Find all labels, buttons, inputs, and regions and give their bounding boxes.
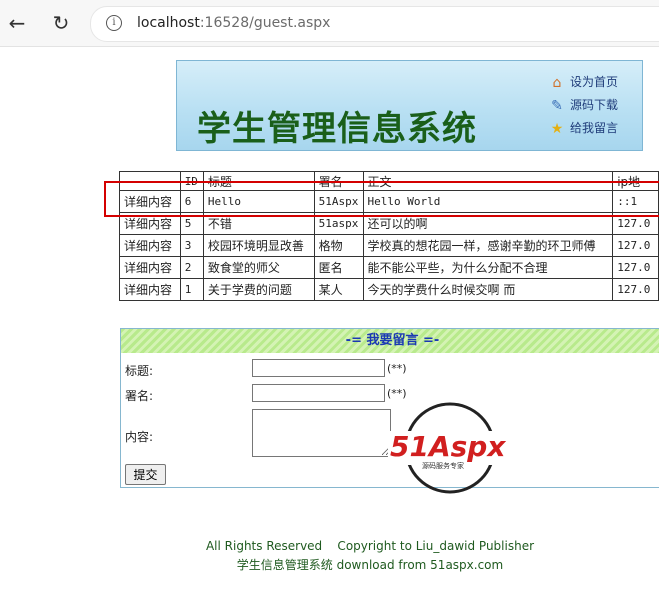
author-required-mark: (**) <box>387 387 407 400</box>
page: ← ↻ i localhost:16528/guest.aspx 学生管理信息系… <box>0 0 659 607</box>
table-row: 详细内容 3 校园环境明显改善 格物 学校真的想花园一样，感谢辛勤的环卫师傅 1… <box>119 234 659 257</box>
row-id: 3 <box>179 234 204 257</box>
header-id: ID <box>179 171 204 191</box>
title-input[interactable] <box>252 359 385 377</box>
row-author: 格物 <box>313 234 364 257</box>
reload-icon[interactable]: ↻ <box>46 8 76 38</box>
row-author: 匿名 <box>313 256 364 279</box>
row-body: 还可以的啊 <box>362 212 614 235</box>
site-info-icon[interactable]: i <box>106 15 122 31</box>
source-download-label: 源码下载 <box>570 98 619 112</box>
row-title: Hello <box>202 190 315 213</box>
header-body: 正文 <box>362 171 614 191</box>
back-arrow-icon[interactable]: ← <box>2 8 32 38</box>
title-required-mark: (**) <box>387 362 407 375</box>
row-author: 51Aspx <box>313 190 364 213</box>
address-bar[interactable]: i localhost:16528/guest.aspx <box>90 6 659 42</box>
header-ip: ip地 <box>612 171 659 191</box>
row-body: 今天的学费什么时候交啊 而 <box>362 278 614 301</box>
detail-link[interactable]: 详细内容 <box>119 278 181 301</box>
url-path: :16528/guest.aspx <box>199 15 331 31</box>
row-body: 学校真的想花园一样，感谢辛勤的环卫师傅 <box>362 234 614 257</box>
row-id: 1 <box>179 278 204 301</box>
table-row: 详细内容 2 致食堂的师父 匿名 能不能公平些，为什么分配不合理 127.0 <box>119 256 659 279</box>
detail-link[interactable]: 详细内容 <box>119 212 181 235</box>
detail-link[interactable]: 详细内容 <box>119 190 181 213</box>
author-label: 署名: <box>125 389 154 403</box>
logo-brand: 51Aspx <box>390 430 506 463</box>
title-label: 标题: <box>125 364 154 378</box>
url-text[interactable]: localhost:16528/guest.aspx <box>137 15 330 31</box>
detail-link[interactable]: 详细内容 <box>119 234 181 257</box>
header-action <box>119 171 181 191</box>
table-row: 详细内容 1 关于学费的问题 某人 今天的学费什么时候交啊 而 127.0 <box>119 278 659 301</box>
row-ip: 127.0 <box>612 234 659 257</box>
header-title: 标题 <box>202 171 315 191</box>
content-label: 内容: <box>125 430 154 444</box>
url-host: localhost <box>137 15 200 31</box>
download-icon: ✎ <box>551 97 563 114</box>
table-header-row: ID 标题 署名 正文 ip地 <box>119 171 659 191</box>
row-author: 某人 <box>313 278 364 301</box>
row-title: 校园环境明显改善 <box>202 234 315 257</box>
guestbook-table: ID 标题 署名 正文 ip地 详细内容 6 Hello 51Aspx Hell… <box>119 171 659 301</box>
row-ip: 127.0 <box>612 278 659 301</box>
row-title: 关于学费的问题 <box>202 278 315 301</box>
form-heading: -= 我要留言 =- <box>121 329 659 353</box>
star-icon: ★ <box>550 120 564 137</box>
logo-tagline: 源码服务专家 <box>422 461 464 470</box>
leave-message-link[interactable]: ★ 给我留言 <box>548 119 618 142</box>
site-title: 学生管理信息系统 <box>197 109 477 149</box>
row-author: 51aspx <box>313 212 364 235</box>
row-id: 6 <box>179 190 204 213</box>
detail-link[interactable]: 详细内容 <box>119 256 181 279</box>
footer-copyright: All Rights Reserved Copyright to Liu_daw… <box>205 539 535 553</box>
author-input[interactable] <box>252 384 385 402</box>
browser-toolbar: ← ↻ i localhost:16528/guest.aspx <box>0 0 659 47</box>
51aspx-logo: 51Aspx 源码服务专家 <box>388 402 518 494</box>
table-row: 详细内容 6 Hello 51Aspx Hello World ::1 <box>119 190 659 213</box>
banner-links: ⌂ 设为首页 ✎ 源码下载 ★ 给我留言 <box>548 73 618 142</box>
row-title: 致食堂的师父 <box>202 256 315 279</box>
header-author: 署名 <box>313 171 364 191</box>
row-title: 不错 <box>202 212 315 235</box>
row-id: 2 <box>179 256 204 279</box>
row-body: 能不能公平些，为什么分配不合理 <box>362 256 614 279</box>
set-homepage-label: 设为首页 <box>570 75 619 89</box>
home-icon: ⌂ <box>552 74 562 91</box>
leave-message-label: 给我留言 <box>570 121 619 135</box>
header-banner: 学生管理信息系统 ⌂ 设为首页 ✎ 源码下载 ★ 给我留言 <box>176 60 643 151</box>
table-row: 详细内容 5 不错 51aspx 还可以的啊 127.0 <box>119 212 659 235</box>
set-homepage-link[interactable]: ⌂ 设为首页 <box>548 73 618 96</box>
row-ip: 127.0 <box>612 212 659 235</box>
content-textarea[interactable] <box>252 409 391 457</box>
source-download-link[interactable]: ✎ 源码下载 <box>548 96 618 119</box>
row-id: 5 <box>179 212 204 235</box>
row-ip: 127.0 <box>612 256 659 279</box>
submit-button[interactable]: 提交 <box>125 464 166 485</box>
footer-download: 学生信息管理系统 download from 51aspx.com <box>236 558 504 572</box>
row-ip: ::1 <box>612 190 659 213</box>
row-body: Hello World <box>362 190 614 213</box>
